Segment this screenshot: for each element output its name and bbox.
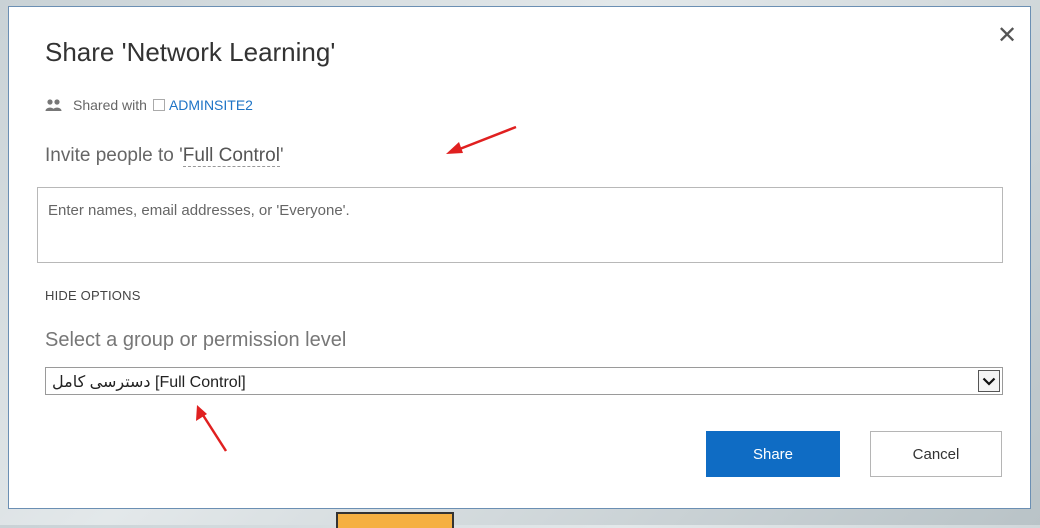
annotation-arrows — [196, 125, 517, 452]
annotation-arrow-invite — [446, 125, 517, 154]
overlay-tab — [336, 512, 454, 528]
annotation-arrow-select — [196, 405, 228, 452]
